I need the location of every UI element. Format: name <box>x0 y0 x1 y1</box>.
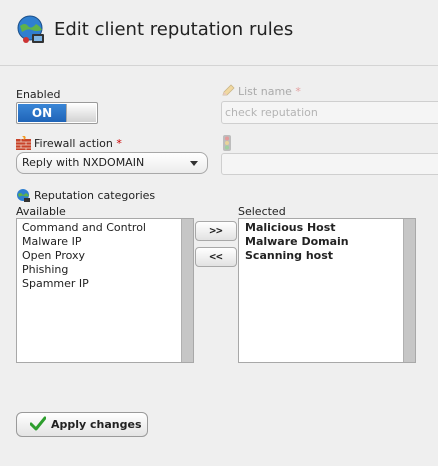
checkmark-icon <box>30 416 46 431</box>
scrollbar[interactable] <box>403 219 415 362</box>
firewall-icon <box>16 136 31 150</box>
list-item[interactable]: Command and Control <box>22 221 146 235</box>
scrollbar[interactable] <box>181 219 193 362</box>
list-item[interactable]: Phishing <box>22 263 146 277</box>
list-item[interactable]: Malware Domain <box>245 235 349 249</box>
list-item[interactable]: Open Proxy <box>22 249 146 263</box>
add-selected-button[interactable]: >> <box>195 221 237 241</box>
list-name-input[interactable]: check reputation <box>221 101 438 124</box>
traffic-field <box>221 153 438 175</box>
remove-selected-button[interactable]: << <box>195 247 237 267</box>
header-divider <box>0 65 438 66</box>
selected-label: Selected <box>238 205 286 218</box>
chevron-down-icon <box>190 161 198 166</box>
enabled-toggle[interactable]: ON <box>16 102 98 124</box>
list-item[interactable]: Scanning host <box>245 249 349 263</box>
globe-network-icon <box>17 15 44 43</box>
selected-listbox[interactable]: Malicious Host Malware Domain Scanning h… <box>238 218 416 363</box>
globe-network-icon <box>17 189 30 202</box>
available-label: Available <box>16 205 66 218</box>
firewall-action-select[interactable]: Reply with NXDOMAIN <box>16 152 208 174</box>
list-item[interactable]: Spammer IP <box>22 277 146 291</box>
apply-changes-button[interactable]: Apply changes <box>16 412 148 437</box>
available-listbox[interactable]: Command and Control Malware IP Open Prox… <box>16 218 194 363</box>
pencil-icon <box>222 84 235 96</box>
list-item[interactable]: Malware IP <box>22 235 146 249</box>
toggle-knob <box>66 104 96 122</box>
reputation-categories-label: Reputation categories <box>34 189 156 202</box>
list-item[interactable]: Malicious Host <box>245 221 349 235</box>
list-name-label: List name * <box>238 85 301 98</box>
enabled-label: Enabled <box>16 88 61 101</box>
firewall-action-label: Firewall action * <box>34 137 122 150</box>
firewall-action-value: Reply with NXDOMAIN <box>22 156 145 169</box>
toggle-on-label: ON <box>18 104 66 122</box>
traffic-light-icon <box>223 135 231 151</box>
apply-changes-label: Apply changes <box>51 418 142 431</box>
page-title: Edit client reputation rules <box>54 19 294 40</box>
